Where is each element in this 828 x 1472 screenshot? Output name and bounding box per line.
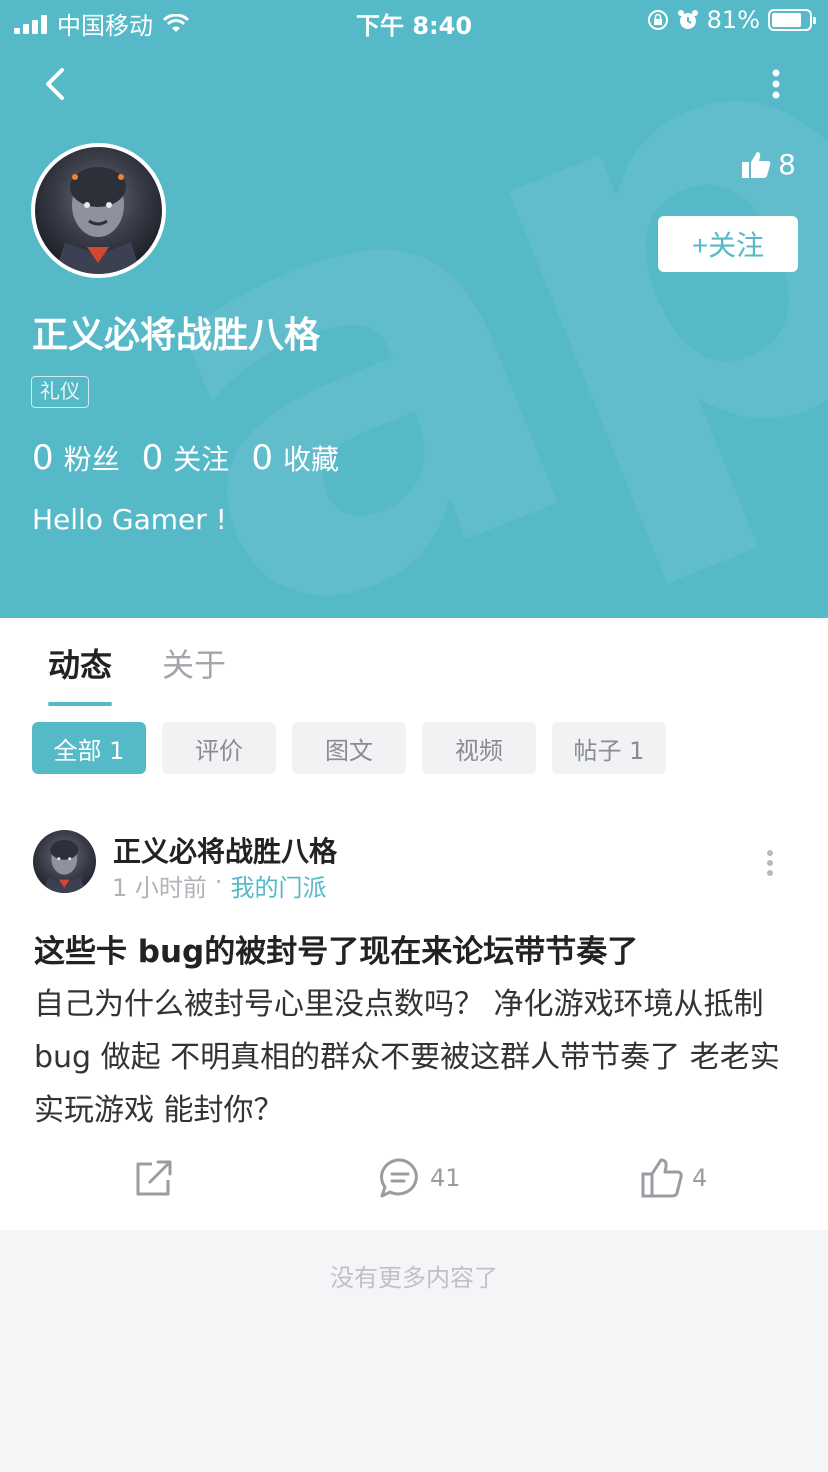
like-button[interactable]: 4 <box>640 1156 707 1200</box>
stat-favorites[interactable]: 0 收藏 <box>251 438 339 478</box>
post-group-link[interactable]: 我的门派 <box>231 868 327 903</box>
stat-following[interactable]: 0 关注 <box>142 438 230 478</box>
tab-activity[interactable]: 动态 <box>48 640 113 706</box>
alarm-icon <box>677 10 698 29</box>
filter-all[interactable]: 全部 1 <box>32 722 146 774</box>
profile-header: ap 中国移动 下午 8:40 81% 8 +关注 正义必将战胜八格 礼仪 0 … <box>0 0 828 618</box>
thumbs-up-outline-icon <box>641 1158 683 1198</box>
battery-percent: 81% <box>706 6 760 34</box>
stat-favorites-count: 0 <box>251 438 273 478</box>
user-tag: 礼仪 <box>31 376 89 408</box>
stat-following-label: 关注 <box>173 443 230 476</box>
share-icon <box>136 1160 172 1196</box>
profile-bio: Hello Gamer ! <box>32 503 227 536</box>
profile-username: 正义必将战胜八格 <box>32 315 321 356</box>
post-time: 1 小时前 <box>112 874 207 902</box>
filter-images[interactable]: 图文 <box>292 722 406 774</box>
follow-button[interactable]: +关注 <box>658 216 798 272</box>
comment-button[interactable]: 41 <box>378 1156 461 1200</box>
back-button[interactable] <box>34 62 78 106</box>
comment-count: 41 <box>430 1164 461 1192</box>
post-body: 自己为什么被封号心里没点数吗？ 净化游戏环境从抵制 bug 做起 不明真相的群众… <box>34 987 780 1128</box>
thumbs-up-icon <box>742 151 771 178</box>
post-meta: 1 小时前 · 我的门派 <box>112 868 327 903</box>
post-actions: 41 4 <box>0 1156 828 1208</box>
rotation-lock-icon <box>647 10 668 30</box>
status-bar: 中国移动 下午 8:40 81% <box>0 0 828 42</box>
share-button[interactable] <box>132 1156 176 1200</box>
tab-about[interactable]: 关于 <box>162 640 226 706</box>
feed-panel: 动态 关于 全部 1 评价 图文 视频 帖子 1 正义必将战胜八格 1 小时前 … <box>0 618 828 1230</box>
post-author-avatar[interactable] <box>33 830 96 893</box>
battery-icon <box>768 9 816 31</box>
meta-separator: · <box>214 868 223 896</box>
stat-fans[interactable]: 0 粉丝 <box>32 438 120 478</box>
end-of-list-text: 没有更多内容了 <box>330 1264 498 1292</box>
stat-following-count: 0 <box>141 438 164 478</box>
comment-icon <box>380 1158 418 1198</box>
profile-stats: 0 粉丝 0 关注 0 收藏 <box>32 438 339 478</box>
tab-bar: 动态 关于 <box>48 640 226 706</box>
filter-reviews[interactable]: 评价 <box>162 722 276 774</box>
avatar-image <box>55 167 141 274</box>
more-options-button[interactable] <box>764 64 788 108</box>
filter-bar: 全部 1 评价 图文 视频 帖子 1 <box>32 722 666 774</box>
stat-fans-label: 粉丝 <box>63 443 120 476</box>
stat-favorites-label: 收藏 <box>282 443 339 476</box>
stat-fans-count: 0 <box>32 438 54 478</box>
like-count: 4 <box>692 1164 708 1192</box>
post-avatar-image <box>42 839 86 893</box>
profile-likes-count: 8 <box>778 148 796 181</box>
post-more-button[interactable] <box>764 848 776 878</box>
filter-videos[interactable]: 视频 <box>422 722 536 774</box>
post-title: 这些卡 bug的被封号了现在来论坛带节奏了 <box>34 934 639 970</box>
profile-likes: 8 <box>740 148 796 181</box>
avatar[interactable] <box>31 143 166 278</box>
filter-posts[interactable]: 帖子 1 <box>552 722 666 774</box>
post-author-name[interactable]: 正义必将战胜八格 <box>113 830 337 870</box>
